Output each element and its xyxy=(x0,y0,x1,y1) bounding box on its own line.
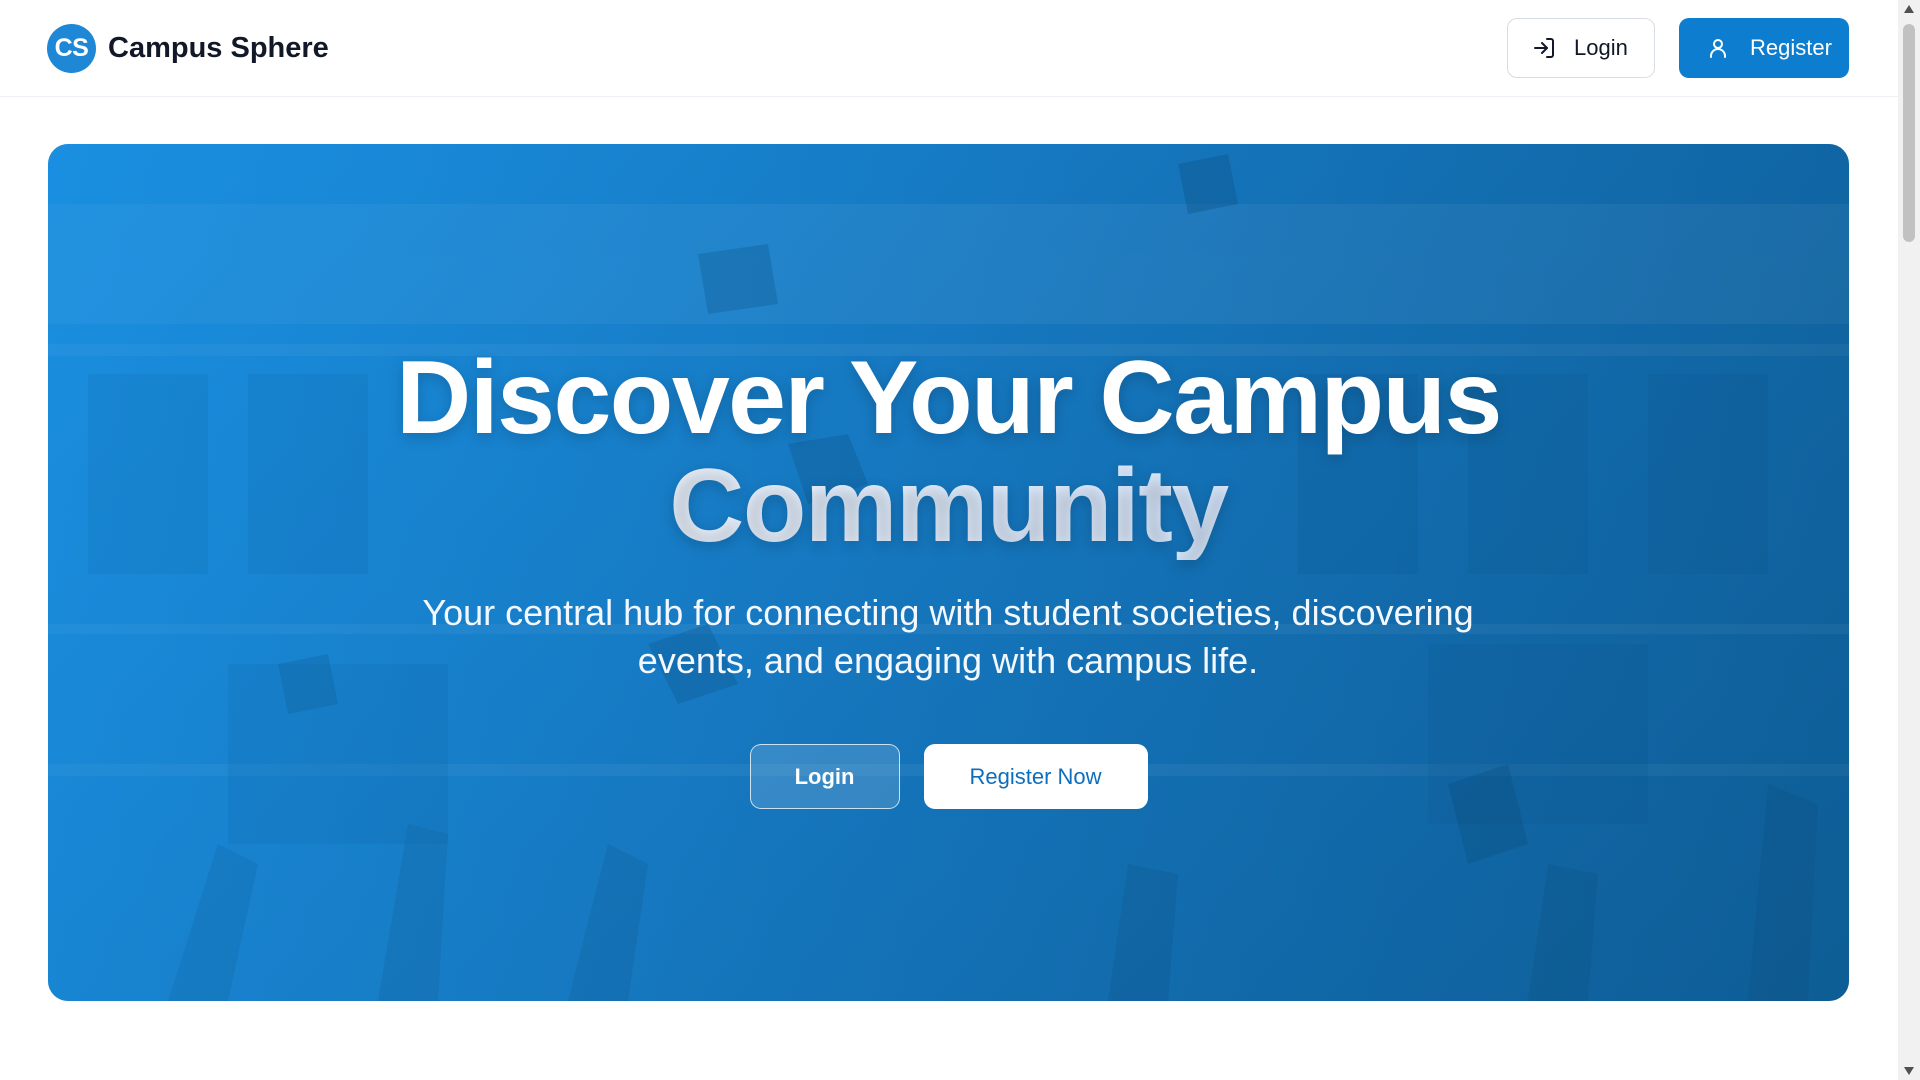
hero-subtitle: Your central hub for connecting with stu… xyxy=(422,592,1474,681)
scroll-down-arrow-icon[interactable] xyxy=(1898,1062,1920,1080)
user-icon xyxy=(1706,36,1730,60)
header-login-label: Login xyxy=(1574,35,1628,60)
hero-login-button[interactable]: Login xyxy=(749,744,900,809)
top-navbar: CS Campus Sphere Login Register xyxy=(0,0,1898,97)
hero-content: Discover Your Campus Community Your cent… xyxy=(48,144,1849,1001)
header-register-button[interactable]: Register xyxy=(1679,18,1849,78)
header-register-label: Register xyxy=(1750,35,1832,60)
hero-banner: Discover Your Campus Community Your cent… xyxy=(48,144,1849,1001)
hero-actions: Login Register Now xyxy=(48,744,1849,809)
login-arrow-icon xyxy=(1532,36,1556,60)
brand-name: Campus Sphere xyxy=(108,32,329,64)
hero-register-button[interactable]: Register Now xyxy=(923,744,1148,809)
scroll-up-arrow-icon[interactable] xyxy=(1898,0,1920,18)
hero-title-line1: Discover Your Campus xyxy=(396,340,1502,456)
header-login-button[interactable]: Login xyxy=(1507,18,1655,78)
vertical-scrollbar[interactable] xyxy=(1898,0,1920,1080)
scroll-thumb[interactable] xyxy=(1903,24,1915,242)
hero-title-line2: Community xyxy=(48,452,1849,560)
brand[interactable]: CS Campus Sphere xyxy=(47,24,329,73)
logo: CS xyxy=(47,24,96,73)
hero-title: Discover Your Campus Community xyxy=(48,344,1849,560)
